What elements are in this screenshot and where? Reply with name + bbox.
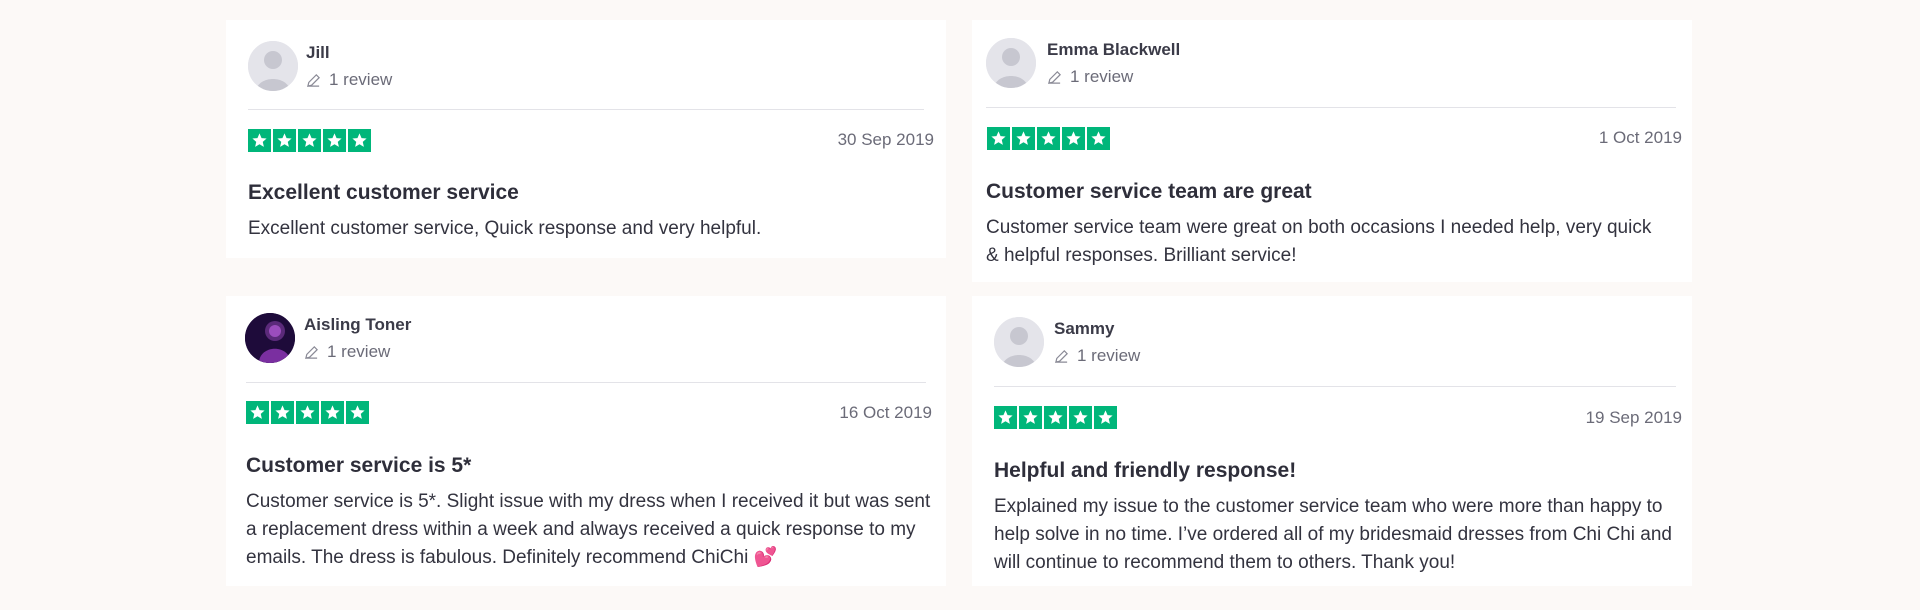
star-rating — [987, 127, 1110, 150]
divider — [994, 386, 1676, 387]
star-icon — [1087, 127, 1110, 150]
star-icon — [346, 401, 369, 424]
photo-avatar[interactable] — [245, 313, 295, 363]
star-icon — [271, 401, 294, 424]
star-icon — [1019, 406, 1042, 429]
default-avatar-icon[interactable] — [994, 317, 1044, 367]
reviewer-name[interactable]: Sammy — [1054, 319, 1114, 339]
star-icon — [298, 129, 321, 152]
review-count: 1 review — [306, 70, 392, 90]
divider — [246, 382, 926, 383]
review-body: Customer service team were great on both… — [986, 217, 1652, 266]
star-rating — [246, 401, 369, 424]
review-date: 16 Oct 2019 — [839, 403, 932, 422]
pencil-icon — [1048, 70, 1061, 84]
reviewer-name[interactable]: Emma Blackwell — [1047, 40, 1180, 60]
review-body: Excellent customer service, Quick respon… — [248, 218, 762, 239]
divider — [248, 109, 924, 110]
review-count-label: 1 review — [327, 342, 391, 361]
review-count-label: 1 review — [1077, 346, 1141, 365]
review-count-label: 1 review — [1070, 67, 1134, 86]
review-title[interactable]: Customer service team are great — [986, 180, 1312, 204]
review-card: Emma Blackwell 1 review 1 Oct 2019 Custo… — [972, 20, 1692, 282]
star-icon — [248, 129, 271, 152]
star-icon — [1069, 406, 1092, 429]
default-avatar-icon[interactable] — [986, 38, 1036, 88]
star-icon — [1012, 127, 1035, 150]
pencil-icon — [307, 73, 320, 87]
default-avatar-icon[interactable] — [248, 41, 298, 91]
star-icon — [994, 406, 1017, 429]
review-date: 30 Sep 2019 — [837, 130, 934, 149]
star-icon — [321, 401, 344, 424]
review-card: Aisling Toner 1 review 16 Oct 2019 Custo… — [226, 296, 946, 586]
star-icon — [987, 127, 1010, 150]
review-card: Sammy 1 review 19 Sep 2019 Helpful and f… — [972, 296, 1692, 586]
star-icon — [323, 129, 346, 152]
star-icon — [1044, 406, 1067, 429]
star-icon — [348, 129, 371, 152]
star-icon — [1062, 127, 1085, 150]
review-card: Jill 1 review 30 Sep 2019 Excellent cust… — [226, 20, 946, 258]
star-icon — [1094, 406, 1117, 429]
pencil-icon — [1055, 349, 1068, 363]
star-rating — [994, 406, 1117, 429]
review-title[interactable]: Excellent customer service — [248, 181, 519, 205]
review-title[interactable]: Customer service is 5* — [246, 454, 471, 478]
star-icon — [273, 129, 296, 152]
review-count-label: 1 review — [329, 70, 393, 89]
star-rating — [248, 129, 371, 152]
review-body: Explained my issue to the customer servi… — [994, 496, 1672, 573]
review-count: 1 review — [1054, 346, 1140, 366]
review-count: 1 review — [304, 342, 390, 362]
star-icon — [296, 401, 319, 424]
reviewer-name[interactable]: Aisling Toner — [304, 315, 411, 335]
review-date: 1 Oct 2019 — [1598, 128, 1682, 147]
star-icon — [1037, 127, 1060, 150]
review-date: 19 Sep 2019 — [1585, 408, 1682, 427]
divider — [986, 107, 1676, 108]
star-icon — [246, 401, 269, 424]
review-count: 1 review — [1047, 67, 1133, 87]
review-title[interactable]: Helpful and friendly response! — [994, 459, 1296, 483]
review-body: Customer service is 5*. Slight issue wit… — [246, 491, 931, 568]
reviewer-name[interactable]: Jill — [306, 43, 330, 63]
pencil-icon — [305, 345, 318, 359]
